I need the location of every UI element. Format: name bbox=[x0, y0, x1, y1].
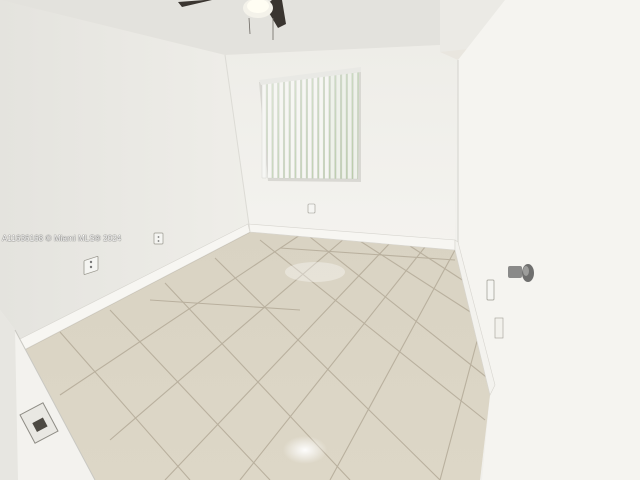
blind-slat bbox=[347, 72, 352, 180]
window bbox=[259, 67, 361, 182]
blind-slat bbox=[307, 77, 312, 179]
blind-slat bbox=[290, 79, 295, 179]
blind-slat bbox=[330, 74, 335, 179]
floor-glare-2 bbox=[285, 262, 345, 282]
blind-slat bbox=[353, 71, 358, 180]
floor-glare bbox=[283, 436, 327, 464]
blind-slat bbox=[267, 82, 273, 179]
blind-slat bbox=[278, 81, 284, 179]
blind-slat bbox=[273, 81, 278, 179]
door-stop bbox=[494, 317, 504, 339]
blind-slat bbox=[296, 79, 301, 179]
blind-slat bbox=[341, 73, 347, 180]
blind-slat bbox=[301, 78, 307, 179]
outlet-back-wall bbox=[307, 203, 316, 214]
outlet-right-wall bbox=[486, 279, 495, 301]
vertical-blinds bbox=[261, 71, 358, 180]
mls-watermark: A11636168 © Miami MLS® 2024 bbox=[2, 234, 122, 243]
blind-slat bbox=[313, 76, 318, 179]
blind-slat bbox=[335, 74, 341, 180]
blind-slat bbox=[324, 75, 330, 179]
blind-slat bbox=[284, 80, 290, 179]
outlet-left-wall-2 bbox=[153, 232, 164, 245]
blind-slat bbox=[261, 83, 267, 179]
blind-slat bbox=[318, 76, 324, 179]
